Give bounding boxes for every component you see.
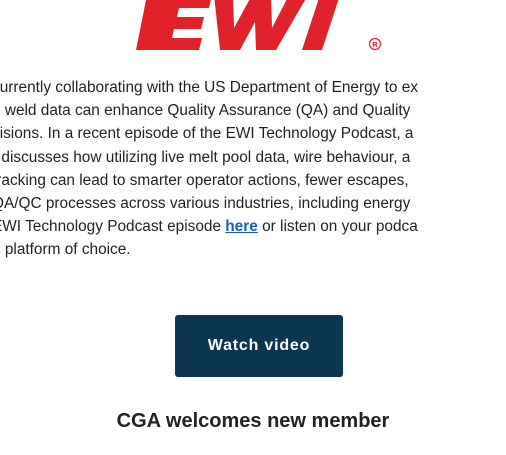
section-heading: CGA welcomes new member xyxy=(116,410,390,432)
podcast-episode-link[interactable]: here xyxy=(225,218,258,235)
article-line: currently collaborating with the US Depa… xyxy=(0,79,419,96)
article-line: g platform of choice. xyxy=(0,241,131,259)
article-link-prefix: EWI Technology Podcast episode xyxy=(0,218,226,236)
svg-text:R: R xyxy=(372,40,378,49)
ewi-logo: R xyxy=(0,0,506,56)
article-line: r discusses how utilizing live melt pool… xyxy=(0,148,411,166)
article-line: g weld data can enhance Quality Assuranc… xyxy=(0,102,411,120)
article-line: cisions. In a recent episode of the EWI … xyxy=(0,125,414,143)
article-line: QA/QC processes across various industrie… xyxy=(0,195,411,213)
article-link-suffix: or listen on your podca xyxy=(257,218,418,236)
article-line-with-link: EWI Technology Podcast episode here or l… xyxy=(0,215,506,238)
article-line: tracking can lead to smarter operator ac… xyxy=(0,171,409,189)
ewi-logo-mark: R xyxy=(136,0,382,51)
article-paragraph: currently collaborating with the US Depa… xyxy=(0,76,506,262)
watch-video-button[interactable]: Watch video xyxy=(175,315,343,377)
